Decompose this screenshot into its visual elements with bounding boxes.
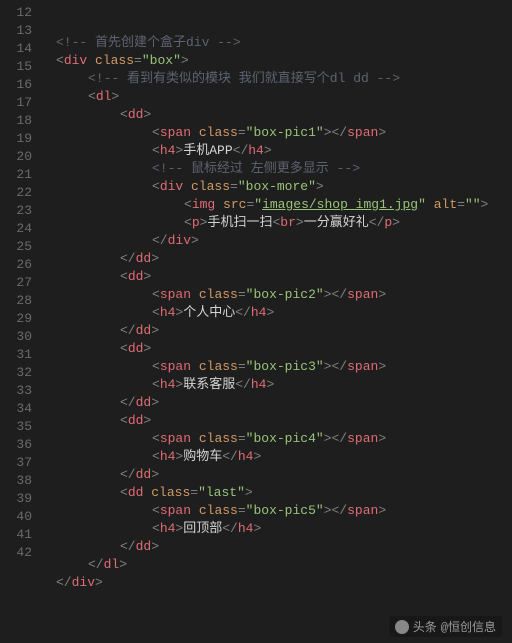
line-number: 22 [0, 184, 32, 202]
code-line[interactable]: <dd> [40, 106, 512, 124]
line-number: 39 [0, 490, 32, 508]
toutiao-logo-icon [395, 620, 409, 634]
code-line[interactable]: </dd> [40, 394, 512, 412]
code-line[interactable]: <dd> [40, 340, 512, 358]
line-number: 42 [0, 544, 32, 562]
line-number: 41 [0, 526, 32, 544]
code-line[interactable]: <div class="box-more"> [40, 178, 512, 196]
code-line[interactable]: <span class="box-pic1"></span> [40, 124, 512, 142]
line-number: 29 [0, 310, 32, 328]
line-number: 14 [0, 40, 32, 58]
code-line[interactable]: <!-- 鼠标经过 左侧更多显示 --> [40, 160, 512, 178]
code-line[interactable]: <h4>联系客服</h4> [40, 376, 512, 394]
code-line[interactable]: <h4>购物车</h4> [40, 448, 512, 466]
code-area[interactable]: <!-- 首先创建个盒子div --><div class="box"><!--… [40, 0, 512, 643]
code-line[interactable]: <dd> [40, 412, 512, 430]
line-number: 32 [0, 364, 32, 382]
watermark-author: @恒创信息 [441, 618, 496, 635]
code-line[interactable]: <div class="box"> [40, 52, 512, 70]
code-line[interactable]: <span class="box-pic2"></span> [40, 286, 512, 304]
code-line[interactable]: </dd> [40, 538, 512, 556]
line-number: 36 [0, 436, 32, 454]
code-line[interactable]: <h4>回顶部</h4> [40, 520, 512, 538]
line-number-gutter: 1213141516171819202122232425262728293031… [0, 0, 40, 643]
line-number: 24 [0, 220, 32, 238]
line-number: 38 [0, 472, 32, 490]
line-number: 27 [0, 274, 32, 292]
code-line[interactable]: <span class="box-pic4"></span> [40, 430, 512, 448]
code-line[interactable]: </div> [40, 232, 512, 250]
line-number: 31 [0, 346, 32, 364]
code-line[interactable]: <dd> [40, 268, 512, 286]
code-line[interactable]: <span class="box-pic3"></span> [40, 358, 512, 376]
line-number: 17 [0, 94, 32, 112]
line-number: 40 [0, 508, 32, 526]
line-number: 19 [0, 130, 32, 148]
code-line[interactable]: </dd> [40, 322, 512, 340]
line-number: 18 [0, 112, 32, 130]
code-line[interactable]: <span class="box-pic5"></span> [40, 502, 512, 520]
line-number: 34 [0, 400, 32, 418]
code-line[interactable]: </dl> [40, 556, 512, 574]
code-line[interactable]: </dd> [40, 466, 512, 484]
line-number: 16 [0, 76, 32, 94]
line-number: 37 [0, 454, 32, 472]
code-line[interactable]: <dl> [40, 88, 512, 106]
code-line[interactable]: <p>手机扫一扫<br>一分赢好礼</p> [40, 214, 512, 232]
line-number: 12 [0, 4, 32, 22]
watermark-prefix: 头条 [413, 618, 437, 635]
code-line[interactable]: <!-- 首先创建个盒子div --> [40, 34, 512, 52]
code-line[interactable]: <h4>个人中心</h4> [40, 304, 512, 322]
line-number: 23 [0, 202, 32, 220]
code-line[interactable]: <h4>手机APP</h4> [40, 142, 512, 160]
code-editor[interactable]: 1213141516171819202122232425262728293031… [0, 0, 512, 643]
line-number: 26 [0, 256, 32, 274]
code-line[interactable]: <img src="images/shop_img1.jpg" alt=""> [40, 196, 512, 214]
watermark: 头条 @恒创信息 [389, 616, 502, 637]
line-number: 13 [0, 22, 32, 40]
code-line[interactable]: <dd class="last"> [40, 484, 512, 502]
line-number: 20 [0, 148, 32, 166]
line-number: 30 [0, 328, 32, 346]
code-line[interactable]: <!-- 看到有类似的模块 我们就直接写个dl dd --> [40, 70, 512, 88]
code-line[interactable]: </div> [40, 574, 512, 592]
line-number: 28 [0, 292, 32, 310]
line-number: 21 [0, 166, 32, 184]
line-number: 25 [0, 238, 32, 256]
line-number: 33 [0, 382, 32, 400]
line-number: 35 [0, 418, 32, 436]
code-line[interactable]: </dd> [40, 250, 512, 268]
line-number: 15 [0, 58, 32, 76]
